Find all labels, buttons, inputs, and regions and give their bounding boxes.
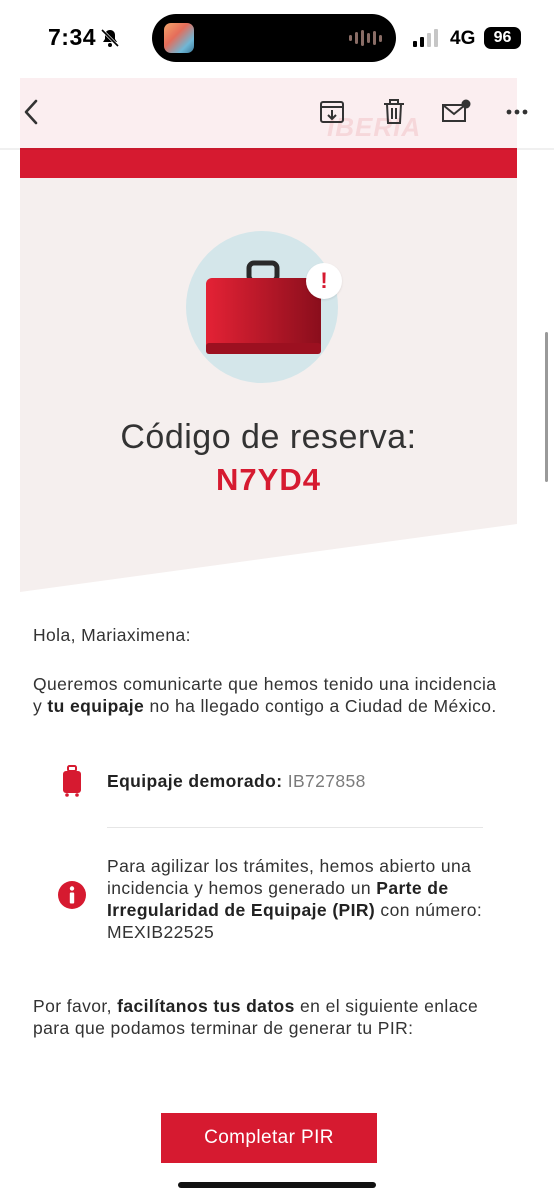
home-indicator[interactable] — [178, 1182, 376, 1188]
header-red-band — [20, 148, 517, 178]
mail-toolbar — [0, 78, 554, 148]
archive-icon — [320, 101, 344, 123]
complete-pir-button[interactable]: Completar PIR — [161, 1113, 377, 1163]
archive-button[interactable] — [315, 95, 349, 129]
toolbar-divider — [0, 148, 554, 150]
booking-hero: ! Código de reserva: N7YD4 — [20, 178, 517, 592]
info-icon — [58, 881, 86, 909]
booking-code-label: Código de reserva: — [120, 418, 417, 456]
mail-unread-icon — [442, 99, 471, 122]
delete-button[interactable] — [377, 95, 411, 129]
greeting: Hola, Mariaximena: — [33, 625, 191, 645]
more-button[interactable] — [500, 95, 534, 129]
booking-code-value: N7YD4 — [216, 462, 321, 497]
suitcase-illustration — [186, 231, 338, 383]
divider — [107, 827, 483, 828]
audio-wave-icon — [349, 30, 382, 46]
now-playing-thumbnail — [164, 23, 194, 53]
pir-notice: Para agilizar los trámites, hemos abiert… — [107, 856, 483, 942]
luggage-reference: IB727858 — [287, 771, 366, 791]
dynamic-island[interactable] — [152, 14, 396, 62]
back-button[interactable] — [14, 95, 48, 129]
network-type: 4G — [450, 28, 476, 49]
request-paragraph: Por favor, facilítanos tus datos en el s… — [33, 996, 479, 1038]
alert-badge: ! — [306, 263, 342, 299]
status-time: 7:34 — [48, 24, 97, 50]
intro-paragraph: Queremos comunicarte que hemos tenido un… — [33, 674, 497, 716]
luggage-icon — [63, 765, 81, 797]
mark-unread-button[interactable] — [439, 95, 473, 129]
more-icon — [506, 109, 528, 115]
status-bar: 7:34 4G 96 — [0, 0, 554, 78]
delayed-luggage-row: Equipaje demorado: IB727858 — [107, 771, 366, 791]
signal-icon — [413, 29, 438, 47]
chevron-left-icon — [24, 99, 38, 125]
battery-indicator: 96 — [484, 27, 521, 49]
suitcase-icon — [206, 260, 321, 354]
bell-off-icon — [100, 28, 120, 48]
trash-icon — [384, 99, 404, 124]
scrollbar[interactable] — [545, 332, 548, 482]
